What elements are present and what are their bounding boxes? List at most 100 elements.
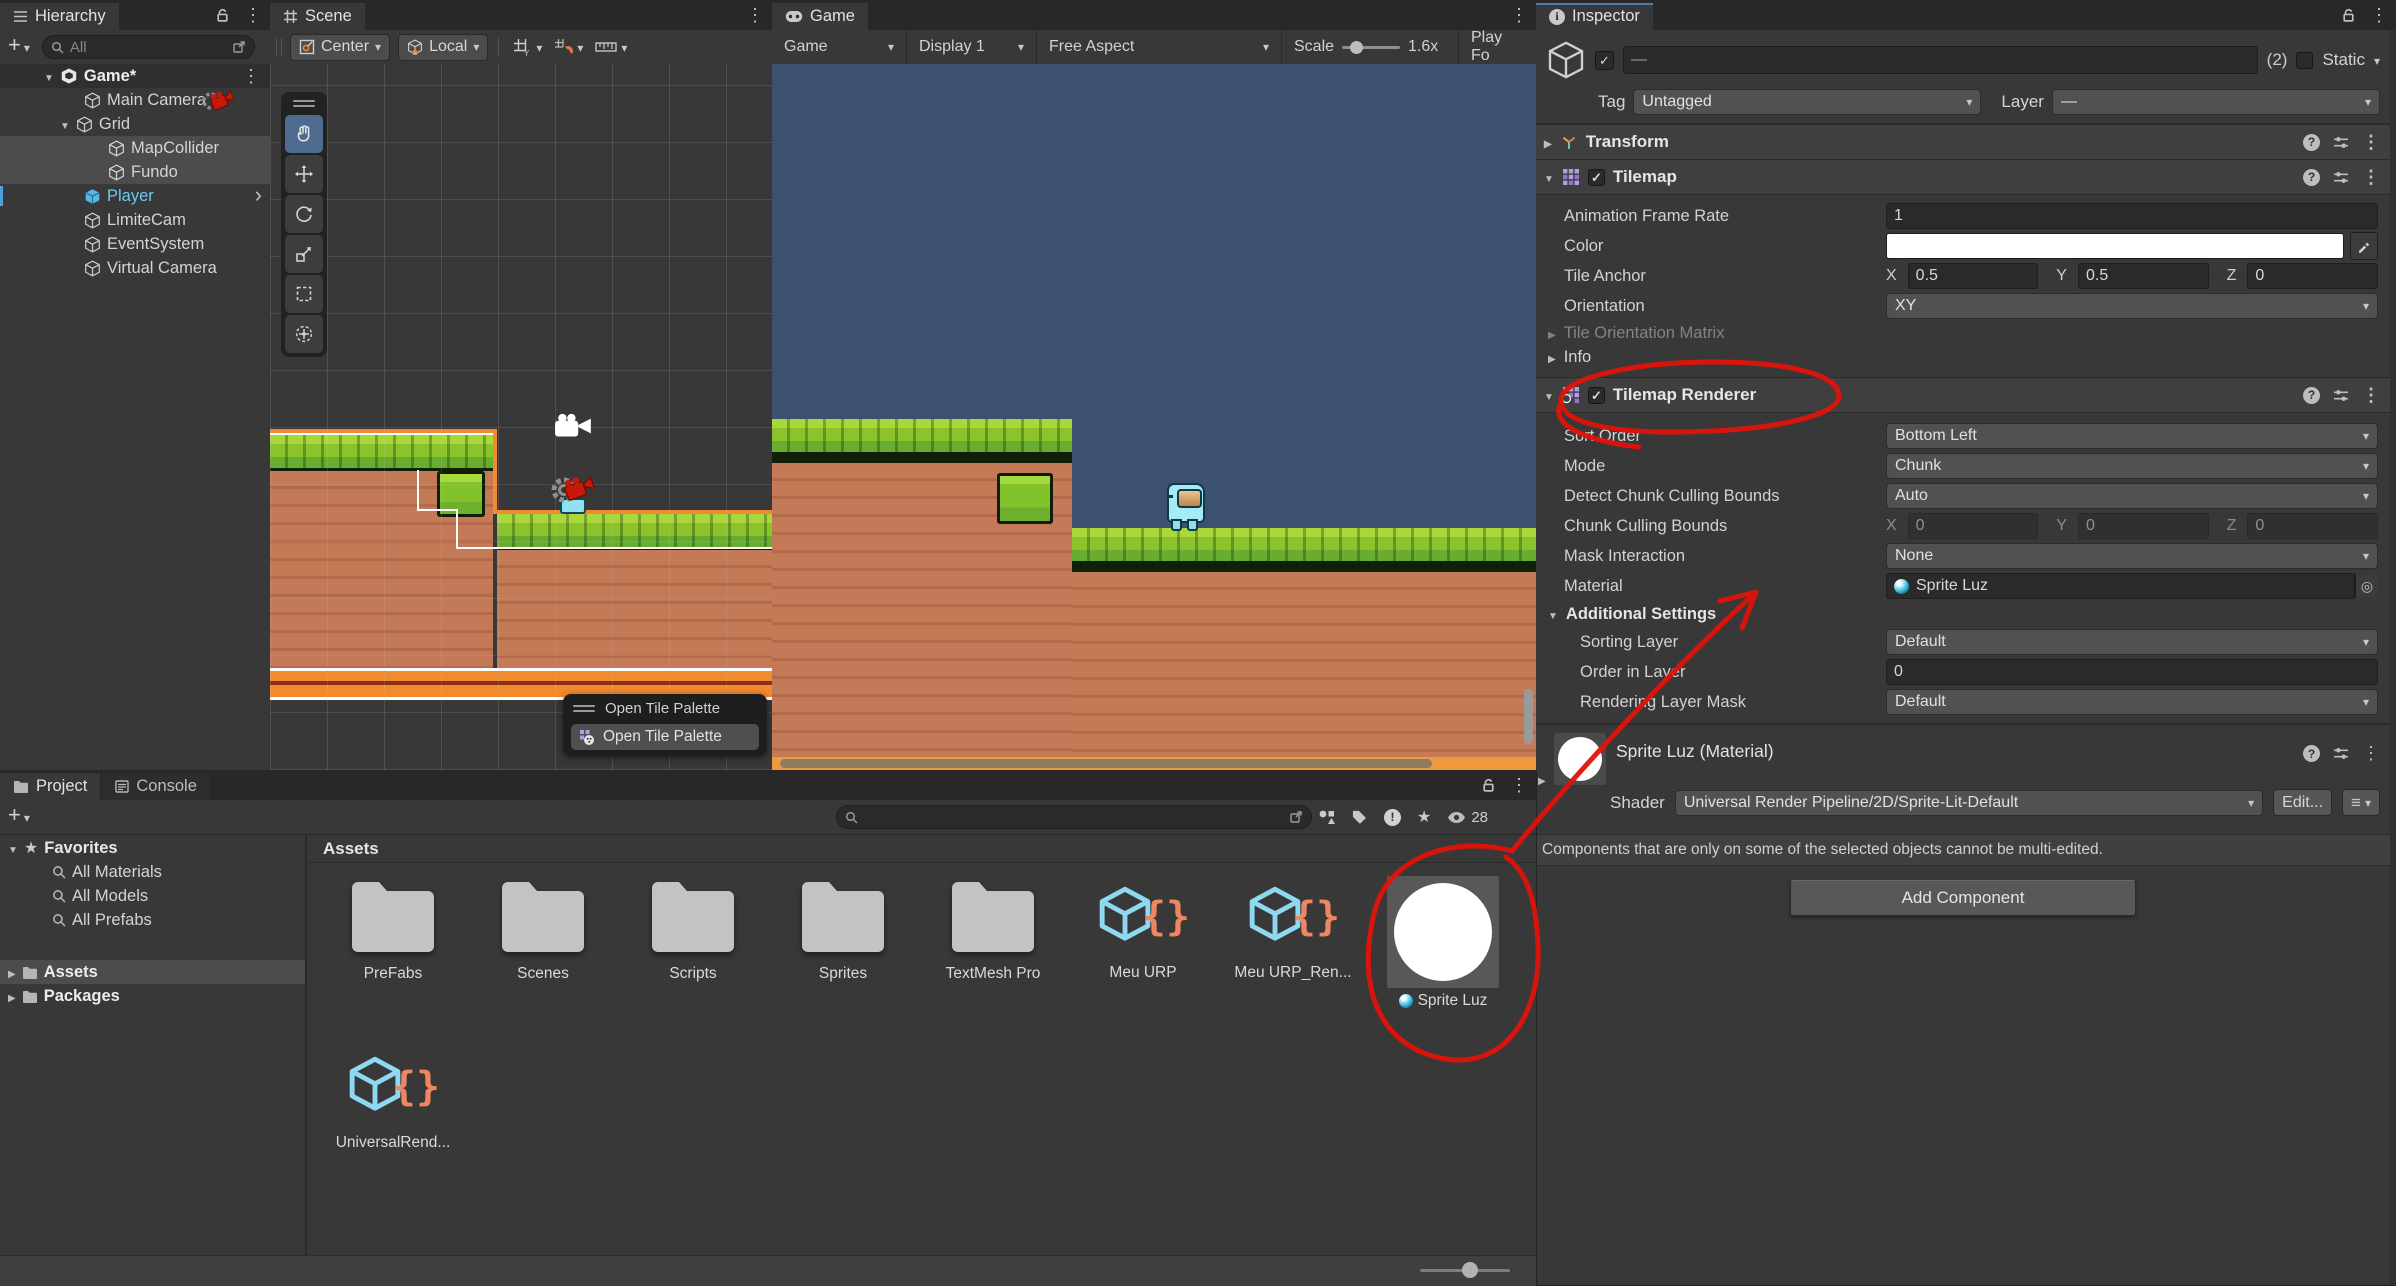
aspect-dropdown[interactable]: Free Aspect (1037, 30, 1282, 64)
tab-project[interactable]: Project (0, 773, 100, 800)
asset-item-pipeline[interactable]: Meu URP (1068, 876, 1218, 982)
tree-favorites[interactable]: Favorites (0, 836, 305, 860)
foldout-icon[interactable] (8, 963, 16, 982)
tab-game[interactable]: Game (772, 3, 868, 30)
static-checkbox[interactable] (2296, 52, 2313, 69)
static-flags-dropdown-icon[interactable] (2374, 50, 2380, 70)
hierarchy-row-limitecam[interactable]: LimiteCam (0, 208, 270, 232)
asset-item-folder[interactable]: TextMesh Pro (918, 876, 1068, 983)
tilemap-renderer-component-header[interactable]: Tilemap Renderer (1536, 377, 2390, 413)
scale-slider[interactable] (1342, 46, 1400, 49)
foldout-open-icon[interactable] (8, 839, 18, 858)
hierarchy-row-main-camera[interactable]: Main Camera (0, 88, 270, 112)
tilemap-component-header[interactable]: Tilemap (1536, 160, 2390, 195)
filter-by-label-icon[interactable] (1352, 809, 1368, 825)
snap-settings-button[interactable] (554, 37, 583, 57)
search-window-icon[interactable] (232, 40, 246, 54)
grid-visibility-button[interactable]: Y (513, 37, 542, 57)
thumbnail-size-thumb[interactable] (1462, 1262, 1478, 1278)
help-icon[interactable] (2303, 387, 2320, 404)
rendering-layer-mask-dropdown[interactable]: Default (1886, 689, 2378, 715)
hierarchy-row-virtual-camera[interactable]: Virtual Camera (0, 256, 270, 280)
hierarchy-row-mapcollider[interactable]: MapCollider (0, 136, 270, 160)
create-object-button[interactable] (8, 37, 30, 57)
help-icon[interactable] (2303, 169, 2320, 186)
asset-item-material[interactable]: Sprite Luz (1368, 876, 1518, 1010)
presets-icon[interactable] (2333, 170, 2349, 185)
tab-hierarchy[interactable]: Hierarchy (0, 3, 119, 30)
prefab-expand-icon[interactable] (255, 182, 262, 208)
project-search-input[interactable] (836, 805, 1312, 829)
material-section-header[interactable]: Sprite Luz (Material) (1536, 725, 2390, 789)
presets-icon[interactable] (2333, 388, 2349, 403)
gameobject-big-cube-icon[interactable] (1546, 40, 1586, 80)
hierarchy-row-scene[interactable]: Game* (0, 64, 270, 88)
display-dropdown[interactable]: Display 1 (907, 30, 1037, 64)
virtual-camera-gizmo[interactable] (548, 472, 596, 514)
help-icon[interactable] (2303, 745, 2320, 762)
play-focused-dropdown[interactable]: Play Fo (1459, 30, 1536, 64)
asset-item-folder[interactable]: PreFabs (318, 876, 468, 983)
hierarchy-row-eventsystem[interactable]: EventSystem (0, 232, 270, 256)
game-viewport[interactable] (772, 64, 1536, 757)
visibility-toggle[interactable]: 28 (1447, 809, 1488, 826)
detect-chunk-culling-dropdown[interactable]: Auto (1886, 483, 2378, 509)
foldout-icon[interactable] (1544, 132, 1552, 152)
presets-icon[interactable] (2333, 135, 2349, 150)
chevron-down-icon[interactable] (621, 37, 627, 57)
scale-slider-thumb[interactable] (1350, 41, 1363, 54)
layer-dropdown[interactable]: — (2052, 89, 2380, 115)
foldout-icon[interactable] (8, 987, 16, 1006)
camera-gizmo-icon[interactable] (554, 412, 594, 440)
tile-anchor-z-field[interactable]: 0 (2247, 263, 2378, 289)
tag-dropdown[interactable]: Untagged (1633, 89, 1981, 115)
lock-icon[interactable] (1481, 778, 1496, 793)
tab-inspector[interactable]: Inspector (1536, 3, 1653, 30)
foldout-open-icon[interactable] (1544, 385, 1554, 405)
scene-row-menu-icon[interactable] (242, 66, 260, 87)
gameobject-name-field[interactable]: — (1623, 46, 2258, 74)
asset-item-renderer[interactable]: UniversalRend... (318, 1046, 468, 1152)
tile-orientation-matrix-foldout[interactable]: Tile Orientation Matrix (1536, 321, 2390, 345)
thumbnail-size-slider[interactable] (1420, 1269, 1510, 1272)
color-swatch[interactable] (1886, 233, 2344, 259)
lock-icon[interactable] (2341, 8, 2356, 23)
inspector-scrollbar[interactable] (2390, 30, 2396, 1285)
chevron-down-icon[interactable] (536, 37, 542, 57)
game-hscrollbar-thumb[interactable] (780, 759, 1432, 768)
hierarchy-row-player[interactable]: Player (0, 184, 270, 208)
hierarchy-search-input[interactable]: All (42, 35, 255, 59)
asset-item-folder[interactable]: Sprites (768, 876, 918, 983)
lock-icon[interactable] (215, 8, 230, 23)
mask-interaction-dropdown[interactable]: None (1886, 543, 2378, 569)
tool-strip-handle[interactable] (293, 96, 315, 113)
increment-snap-button[interactable] (595, 37, 627, 57)
material-preview-thumb[interactable] (1554, 733, 1606, 785)
tab-scene[interactable]: Scene (270, 3, 365, 30)
overlay-drag-handle-icon[interactable] (573, 705, 595, 712)
order-in-layer-field[interactable]: 0 (1886, 659, 2378, 685)
chevron-down-icon[interactable] (577, 37, 583, 57)
component-menu-icon[interactable] (2362, 385, 2380, 406)
rect-tool-button[interactable] (285, 275, 323, 313)
tree-assets[interactable]: Assets (0, 960, 305, 984)
move-tool-button[interactable] (285, 155, 323, 193)
search-window-icon[interactable] (1289, 810, 1303, 824)
project-menu-icon[interactable] (1510, 775, 1528, 796)
component-menu-icon[interactable] (2362, 743, 2380, 764)
component-menu-icon[interactable] (2362, 167, 2380, 188)
foldout-open-icon[interactable] (44, 67, 54, 86)
component-menu-icon[interactable] (2362, 132, 2380, 153)
scale-tool-button[interactable] (285, 235, 323, 273)
tile-anchor-y-field[interactable]: 0.5 (2078, 263, 2209, 289)
animation-frame-rate-field[interactable]: 1 (1886, 203, 2378, 229)
scene-viewport[interactable]: Open Tile Palette Open Tile Palette (270, 64, 772, 770)
asset-item-renderer[interactable]: Meu URP_Ren... (1218, 876, 1368, 982)
transform-tool-button[interactable] (285, 315, 323, 353)
game-menu-icon[interactable] (1510, 5, 1528, 26)
tree-all-models[interactable]: All Models (0, 884, 305, 908)
tilemap-enabled-checkbox[interactable] (1588, 169, 1605, 186)
material-list-button[interactable] (2342, 789, 2380, 816)
open-tile-palette-button[interactable]: Open Tile Palette (571, 724, 759, 750)
foldout-open-icon[interactable] (1544, 167, 1554, 187)
